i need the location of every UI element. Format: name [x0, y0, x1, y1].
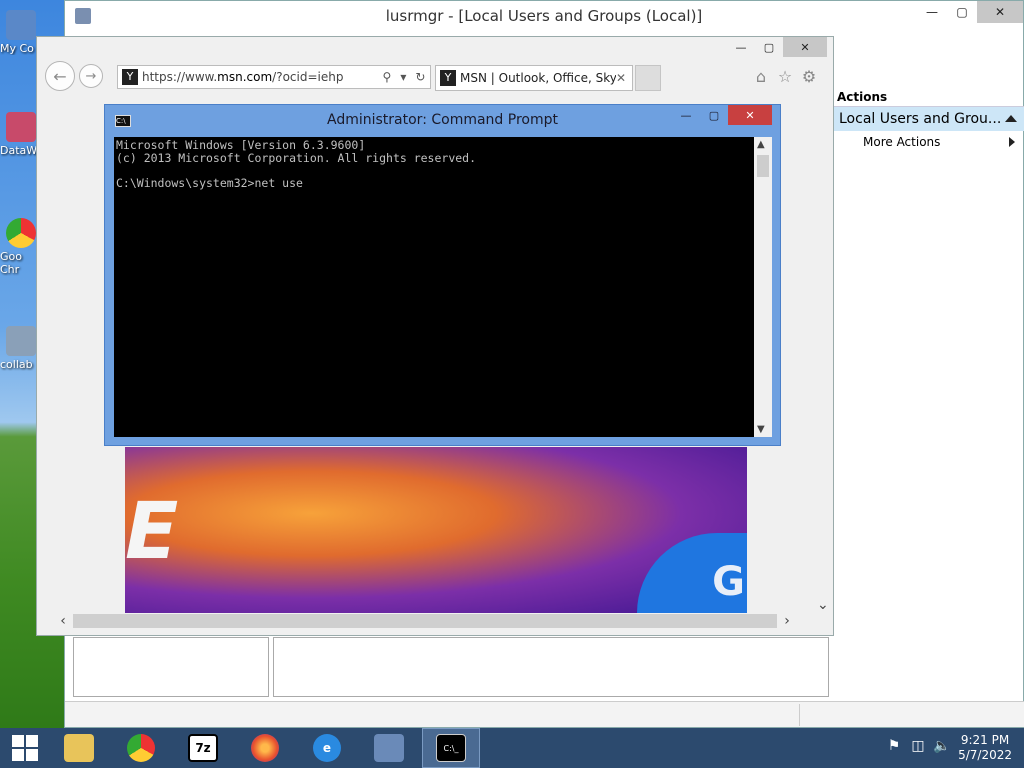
favorites-star-icon[interactable]: ☆: [773, 65, 797, 87]
lusrmgr-app-icon: [75, 8, 91, 24]
console-scrollbar[interactable]: ▲ ▼: [754, 137, 772, 437]
computer-icon: [6, 10, 36, 40]
actions-header: Actions: [831, 87, 1024, 107]
windows-logo-icon: [12, 735, 38, 761]
action-center-flag-icon[interactable]: ⚑: [882, 738, 906, 754]
msn-tab-favicon: Y: [440, 70, 456, 86]
console-tree-pane[interactable]: [73, 637, 269, 697]
banner-blue-shape: G: [637, 533, 747, 613]
start-button[interactable]: [0, 728, 50, 768]
taskbar-users-groups[interactable]: [360, 728, 418, 768]
internet-explorer-icon: e: [313, 734, 341, 762]
taskbar-chrome[interactable]: [112, 728, 170, 768]
results-pane[interactable]: [273, 637, 829, 697]
taskbar-internet-explorer[interactable]: e: [298, 728, 356, 768]
taskbar-firefox[interactable]: [236, 728, 294, 768]
scroll-down-icon[interactable]: ⌄: [817, 597, 829, 613]
chrome-icon: [127, 734, 155, 762]
actions-local-users-groups[interactable]: Local Users and Grou...: [831, 107, 1024, 131]
scroll-up-icon[interactable]: ▲: [757, 139, 765, 150]
cmd-app-icon: C:\: [115, 115, 131, 127]
folder-icon: [64, 734, 94, 762]
refresh-icon[interactable]: ↻: [415, 70, 425, 84]
cmd-title-bar[interactable]: C:\ Administrator: Command Prompt — ▢ ✕: [105, 105, 780, 135]
scroll-down-icon[interactable]: ▼: [757, 424, 765, 435]
msn-favicon: Y: [122, 69, 138, 85]
back-button[interactable]: ←: [45, 61, 75, 91]
collapse-up-icon[interactable]: [1005, 115, 1017, 122]
cmd-title: Administrator: Command Prompt: [327, 112, 558, 128]
clock[interactable]: 9:21 PM 5/7/2022: [958, 733, 1012, 763]
address-url[interactable]: https://www.msn.com/?ocid=iehp: [142, 70, 378, 84]
close-tab-icon[interactable]: ✕: [616, 71, 632, 85]
command-prompt-window: C:\ Administrator: Command Prompt — ▢ ✕ …: [104, 104, 781, 446]
collab-icon: [6, 326, 36, 356]
more-actions-item[interactable]: More Actions: [831, 131, 1024, 153]
clock-time: 9:21 PM: [960, 733, 1010, 747]
taskbar-command-prompt[interactable]: C:\_: [422, 728, 480, 768]
taskbar-7zip[interactable]: 7z: [174, 728, 232, 768]
cmd-minimize-button[interactable]: —: [672, 105, 700, 125]
status-bar: [65, 701, 1024, 727]
lusrmgr-title: lusrmgr - [Local Users and Groups (Local…: [385, 7, 703, 25]
console-scroll-thumb[interactable]: [757, 155, 769, 177]
chrome-icon: [6, 218, 36, 248]
browser-tab-msn[interactable]: Y MSN | Outlook, Office, Sky... ✕: [435, 65, 633, 91]
msn-page-banner[interactable]: E G: [125, 447, 747, 613]
users-icon: [374, 734, 404, 762]
new-tab-button[interactable]: [635, 65, 661, 91]
address-bar[interactable]: Y https://www.msn.com/?ocid=iehp ⚲ ▾ ↻: [117, 65, 431, 89]
dropdown-chevron-icon[interactable]: ▾: [400, 70, 406, 84]
ie-horizontal-scrollbar[interactable]: ‹ ›: [53, 611, 797, 631]
seven-zip-icon: 7z: [188, 734, 218, 762]
firefox-icon: [251, 734, 279, 762]
clock-date: 5/7/2022: [958, 748, 1012, 762]
scroll-left-icon[interactable]: ‹: [53, 613, 73, 629]
desktop-icon-collab[interactable]: collab: [0, 326, 40, 371]
close-button[interactable]: ✕: [977, 1, 1023, 23]
chevron-right-icon: [1009, 137, 1015, 147]
ie-minimize-button[interactable]: —: [727, 37, 755, 57]
ie-vertical-scrollbar[interactable]: ⌄: [813, 105, 833, 613]
cmd-icon: C:\_: [436, 734, 466, 762]
desktop-icon-google-chrome[interactable]: Goo Chr: [0, 218, 40, 276]
ie-close-button[interactable]: ✕: [783, 37, 827, 57]
lusrmgr-title-bar[interactable]: lusrmgr - [Local Users and Groups (Local…: [65, 1, 1023, 31]
dataw-icon: [6, 112, 36, 142]
desktop-icon-dataw[interactable]: DataW: [0, 112, 40, 157]
search-icon[interactable]: ⚲: [383, 70, 392, 84]
minimize-button[interactable]: —: [917, 1, 947, 23]
settings-gear-icon[interactable]: ⚙: [797, 65, 821, 87]
home-icon[interactable]: ⌂: [749, 65, 773, 87]
forward-button[interactable]: →: [79, 64, 103, 88]
horizontal-scroll-thumb[interactable]: [73, 614, 777, 628]
network-icon[interactable]: ◫: [906, 738, 930, 754]
console-output[interactable]: Microsoft Windows [Version 6.3.9600] (c)…: [114, 137, 754, 437]
taskbar-file-explorer[interactable]: [50, 728, 108, 768]
cmd-close-button[interactable]: ✕: [728, 105, 772, 125]
cmd-maximize-button[interactable]: ▢: [700, 105, 728, 125]
desktop-icon-my-computer[interactable]: My Co: [0, 10, 40, 55]
taskbar: 7z e C:\_ ⚑ ◫ 🔈 9:21 PM 5/7/2022: [0, 728, 1024, 768]
system-tray: ⚑ ◫ 🔈: [882, 738, 954, 754]
ie-maximize-button[interactable]: ▢: [755, 37, 783, 57]
maximize-button[interactable]: ▢: [947, 1, 977, 23]
status-segment: [799, 704, 1024, 726]
scroll-right-icon[interactable]: ›: [777, 613, 797, 629]
volume-muted-icon[interactable]: 🔈: [930, 738, 954, 754]
actions-pane: Actions Local Users and Grou... More Act…: [831, 87, 1024, 153]
